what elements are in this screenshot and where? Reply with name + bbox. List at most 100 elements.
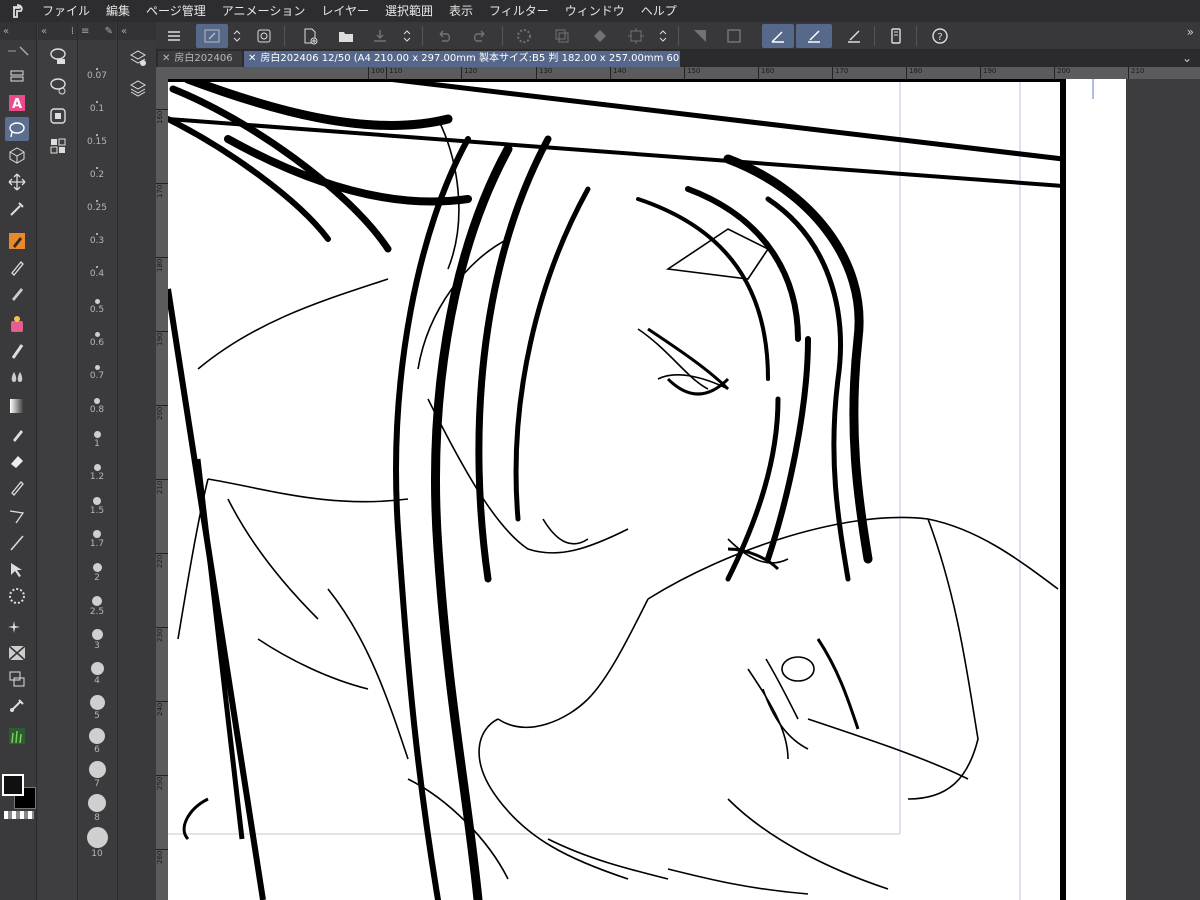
brush-tool-icon[interactable] (5, 339, 29, 363)
help-icon[interactable]: ? (928, 24, 952, 48)
brush-size-item[interactable]: 1 (81, 429, 113, 463)
brush-size-item[interactable]: 6 (81, 726, 113, 760)
gradient-tool-icon[interactable] (5, 394, 29, 418)
chevron-updown-icon[interactable] (656, 24, 670, 48)
brush-size-item[interactable]: 1.5 (81, 495, 113, 529)
pattern-tool-icon[interactable] (5, 584, 29, 608)
document-settings-icon[interactable] (252, 24, 276, 48)
menu-layer[interactable]: レイヤー (313, 0, 377, 22)
chevron-updown-icon[interactable] (230, 24, 244, 48)
tab-document-1[interactable]: ✕ 房白202406 (158, 51, 242, 67)
pencil-tool-icon[interactable] (5, 255, 29, 279)
edit-icon[interactable]: ✎ (105, 26, 113, 37)
companion-mode-icon[interactable] (884, 24, 908, 48)
line-tool-icon[interactable] (5, 531, 29, 555)
ruler-pen-icon[interactable] (796, 24, 832, 48)
save-icon[interactable] (368, 24, 392, 48)
brush-size-item[interactable]: 0.6 (81, 330, 113, 364)
brush-size-item[interactable]: 0.7 (81, 363, 113, 397)
brush-size-item[interactable]: 0.15 (81, 132, 113, 166)
lasso-settings-subtool-icon[interactable] (46, 74, 70, 98)
brush-size-item[interactable]: 0.8 (81, 396, 113, 430)
grass-brush-tool-icon[interactable] (5, 724, 29, 748)
open-file-icon[interactable] (334, 24, 358, 48)
undo-icon[interactable] (432, 24, 456, 48)
lasso-select-tool-icon[interactable] (5, 117, 29, 141)
selection-pen-subtool-icon[interactable] (46, 104, 70, 128)
brush-size-item[interactable]: 1.2 (81, 462, 113, 496)
app-logo-icon[interactable] (0, 0, 34, 22)
brush-size-item[interactable]: 1.7 (81, 528, 113, 562)
layer-icon[interactable] (126, 76, 150, 100)
text-tool-icon[interactable]: A (5, 91, 29, 115)
collapse-icon[interactable]: « (41, 26, 47, 37)
edit-frame-icon[interactable] (196, 24, 228, 48)
menu-selection[interactable]: 選択範囲 (377, 0, 441, 22)
menu-view[interactable]: 表示 (441, 0, 481, 22)
correct-line-tool-icon[interactable] (5, 475, 29, 499)
menu-animation[interactable]: アニメーション (214, 0, 314, 22)
airbrush-tool-icon[interactable] (5, 312, 29, 336)
fill-selection-icon[interactable] (588, 24, 612, 48)
blend-tool-icon[interactable] (5, 365, 29, 389)
menu-edit[interactable]: 編集 (98, 0, 138, 22)
eyedropper-tool-icon[interactable] (5, 197, 29, 221)
chevron-down-icon[interactable]: ⌄ (1182, 51, 1192, 65)
pen-tool-icon[interactable] (5, 229, 29, 253)
transparent-color-swatch[interactable] (4, 811, 34, 819)
brush-size-item[interactable]: 2 (81, 561, 113, 595)
close-icon[interactable]: ✕ (248, 53, 256, 64)
grip-icon[interactable]: ≡ (81, 26, 89, 37)
brush-size-item[interactable]: 0.3 (81, 231, 113, 265)
brush-size-item[interactable]: 4 (81, 660, 113, 694)
manga-artwork[interactable] (168, 79, 1200, 900)
grid-snap-icon[interactable] (842, 24, 866, 48)
menu-help[interactable]: ヘルプ (633, 0, 685, 22)
tone-icon[interactable] (688, 24, 712, 48)
lasso-subtool-icon[interactable] (46, 44, 70, 68)
brush-size-item[interactable]: 7 (81, 759, 113, 793)
loading-icon[interactable] (512, 24, 536, 48)
ruler-snap-icon[interactable] (762, 24, 794, 48)
palette-grip[interactable] (6, 42, 32, 56)
layer-move-tool-icon[interactable] (5, 64, 29, 88)
pencil-alt-tool-icon[interactable] (5, 281, 29, 305)
brush-size-item[interactable]: 10 (81, 825, 113, 859)
eraser-tool-icon[interactable] (5, 449, 29, 473)
brush-size-item[interactable]: 0.4 (81, 264, 113, 298)
copy-icon[interactable] (550, 24, 574, 48)
brush-size-item[interactable]: 0.2 (81, 165, 113, 199)
brush-size-item[interactable]: 2.5 (81, 594, 113, 628)
brush-size-item[interactable]: 0.1 (81, 99, 113, 133)
new-file-icon[interactable] (298, 24, 322, 48)
collapse-icon[interactable]: « (3, 26, 9, 37)
sticky-tool-icon[interactable] (5, 693, 29, 717)
brush-size-item[interactable]: 3 (81, 627, 113, 661)
crop-icon[interactable] (624, 24, 648, 48)
layer-property-icon[interactable] (126, 46, 150, 70)
grid-subtool-icon[interactable] (46, 134, 70, 158)
object-select-tool-icon[interactable] (5, 558, 29, 582)
brush-size-item[interactable]: 8 (81, 792, 113, 826)
brush-size-item[interactable]: 0.5 (81, 297, 113, 331)
drawing-canvas[interactable] (168, 79, 1200, 900)
menu-icon[interactable] (162, 24, 186, 48)
close-icon[interactable]: ✕ (162, 53, 170, 64)
fill-tool-icon[interactable] (5, 422, 29, 446)
brush-size-item[interactable]: 0.25 (81, 198, 113, 232)
menu-window[interactable]: ウィンドウ (557, 0, 633, 22)
menu-filter[interactable]: フィルター (481, 0, 557, 22)
panel-tool-icon[interactable] (5, 641, 29, 665)
transform-tool-icon[interactable] (5, 667, 29, 691)
particle-tool-icon[interactable] (5, 615, 29, 639)
menu-file[interactable]: ファイル (34, 0, 98, 22)
foreground-color-swatch[interactable] (2, 774, 24, 796)
brush-size-item[interactable]: 0.07 (81, 66, 113, 100)
redo-icon[interactable] (468, 24, 492, 48)
figure-tool-icon[interactable] (5, 504, 29, 528)
move-tool-icon[interactable] (5, 170, 29, 194)
frame-icon[interactable] (722, 24, 746, 48)
chevron-updown-icon[interactable] (400, 24, 414, 48)
3d-object-tool-icon[interactable] (5, 143, 29, 167)
brush-size-item[interactable]: 5 (81, 693, 113, 727)
